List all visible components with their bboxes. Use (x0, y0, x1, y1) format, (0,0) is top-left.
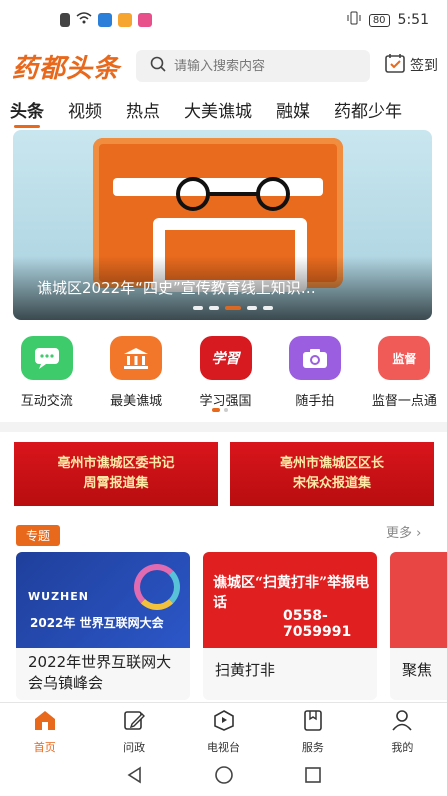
banner-line: 亳州市谯城区委书记 (57, 456, 175, 471)
pager-dot (224, 408, 228, 412)
wifi-icon (76, 12, 92, 28)
clock: 5:51 (397, 12, 429, 28)
channel-tabs: 头条 视频 热点 大美谯城 融媒 药都少年 (0, 92, 447, 128)
tv-icon (212, 709, 236, 735)
image-text: 0558-7059991 (283, 608, 352, 640)
quick-entry-qiaocheng[interactable]: 最美谯城 (93, 336, 178, 416)
topic-card-antiporn[interactable]: 谯城区“扫黄打非”举报电话 0558-7059991 扫黄打非 (203, 552, 377, 700)
status-icons-right: 80 5:51 (347, 11, 429, 29)
banner-line: 宋保众报道集 (292, 476, 371, 491)
nav-label: 首页 (33, 741, 56, 754)
banner-line: 亳州市谯城区区长 (279, 456, 384, 471)
nav-home[interactable]: 首页 (0, 703, 89, 758)
nav-label: 服务 (301, 741, 324, 754)
bookmark-icon (301, 709, 325, 735)
signin-button[interactable]: 签到 (384, 52, 438, 78)
special-report-banner-secretary[interactable]: 亳州市谯城区委书记 周霄报道集 (14, 442, 218, 506)
more-link[interactable]: 更多 › (386, 522, 421, 541)
vibrate-icon (347, 11, 361, 29)
nav-tv[interactable]: 电视台 (179, 703, 268, 758)
home-icon (33, 709, 57, 735)
signin-label: 签到 (410, 58, 438, 74)
temple-icon (110, 336, 163, 380)
recents-icon[interactable] (304, 766, 322, 788)
tab-youth[interactable]: 药都少年 (334, 97, 402, 122)
topic-card-focus[interactable]: 聚焦 (390, 552, 447, 700)
special-report-banner-mayor[interactable]: 亳州市谯城区区长 宋保众报道集 (230, 442, 434, 506)
carousel-indicator (193, 306, 273, 310)
tab-qiaocheng[interactable]: 大美谯城 (184, 97, 252, 122)
chat-icon (20, 336, 73, 380)
camera-icon (288, 336, 341, 380)
calendar-check-icon (384, 52, 406, 78)
carousel-dot (247, 306, 257, 310)
topic-card-image: WUZHEN 2022年 世界互联网大会 (16, 552, 190, 648)
quick-entry-snapshot[interactable]: 随手拍 (272, 336, 357, 416)
home-circle-icon[interactable] (214, 765, 234, 789)
banner-title[interactable]: 谯城区2022年“四史”宣传教育线上知识… (37, 277, 316, 298)
quick-grid-pager (212, 408, 228, 412)
battery-icon: 80 (368, 13, 390, 27)
back-icon[interactable] (126, 766, 144, 788)
edit-note-icon (122, 709, 146, 735)
app-icon (138, 13, 152, 27)
app-icon (98, 13, 112, 27)
conference-logo-icon (134, 564, 180, 610)
status-icons-left (60, 12, 152, 28)
alert-icon (60, 13, 70, 27)
system-navigation-bar (0, 758, 447, 796)
nav-label: 我的 (391, 741, 414, 754)
quick-entry-grid: 互动交流 最美谯城 学習 学习强国 随手拍 监督 监督一点通 (0, 336, 447, 416)
nav-profile[interactable]: 我的 (358, 703, 447, 758)
glasses-icon (176, 177, 290, 211)
quick-entry-label: 随手拍 (295, 394, 335, 409)
nav-service[interactable]: 服务 (268, 703, 357, 758)
bottom-tab-bar: 首页 问政 电视台 服务 我的 (0, 702, 447, 758)
carousel-dot-active (225, 306, 241, 310)
quick-entry-label: 互动交流 (20, 394, 73, 409)
search-input[interactable] (174, 58, 354, 74)
carousel-dot (263, 306, 273, 310)
xuexi-icon: 学習 (199, 336, 252, 380)
topic-card-image: 谯城区“扫黄打非”举报电话 0558-7059991 (203, 552, 377, 648)
image-text: 谯城区“扫黄打非”举报电话 (213, 575, 370, 611)
topic-card-wuzhen[interactable]: WUZHEN 2022年 世界互联网大会 2022年世界互联网大会乌镇峰会 (16, 552, 190, 700)
app-header: 药都头条 签到 (0, 44, 447, 90)
status-bar: 80 5:51 (0, 0, 447, 40)
tab-headline[interactable]: 头条 (10, 97, 44, 128)
supervise-icon: 监督 (378, 336, 431, 380)
more-label: 更多 (386, 526, 413, 541)
carousel-dot (193, 306, 203, 310)
nav-label: 电视台 (207, 741, 241, 754)
quick-entry-xuexi[interactable]: 学習 学习强国 (183, 336, 268, 416)
image-text: 2022年 世界互联网大会 (30, 616, 164, 630)
topic-section-tag: 专题 (16, 525, 61, 546)
topic-card-image (390, 552, 447, 648)
tab-media[interactable]: 融媒 (276, 97, 310, 122)
search-bar[interactable] (136, 50, 370, 82)
image-text: WUZHEN (28, 590, 89, 603)
app-logo[interactable]: 药都头条 (12, 48, 120, 85)
search-icon (150, 56, 166, 76)
user-icon (390, 709, 414, 735)
nav-label: 问政 (123, 741, 146, 754)
quick-entry-label: 学习强国 (199, 394, 252, 409)
quick-entry-interact[interactable]: 互动交流 (4, 336, 89, 416)
headline-carousel[interactable]: 谯城区2022年“四史”宣传教育线上知识… (13, 130, 432, 320)
quick-entry-label: 最美谯城 (110, 394, 163, 409)
carousel-dot (209, 306, 219, 310)
section-divider (0, 422, 447, 432)
pager-dot-active (212, 408, 220, 412)
chevron-right-icon: › (416, 526, 422, 541)
nav-inquiry[interactable]: 问政 (89, 703, 178, 758)
tab-hot[interactable]: 热点 (126, 97, 160, 122)
app-icon (118, 13, 132, 27)
topic-card-title: 聚焦 (402, 661, 433, 679)
topic-card-title: 扫黄打非 (215, 661, 276, 679)
quick-entry-supervise[interactable]: 监督 监督一点通 (362, 336, 447, 416)
tab-video[interactable]: 视频 (68, 97, 102, 122)
banner-line: 周霄报道集 (83, 476, 149, 491)
topic-card-title: 2022年世界互联网大会乌镇峰会 (28, 653, 172, 692)
quick-entry-label: 监督一点通 (371, 394, 437, 409)
